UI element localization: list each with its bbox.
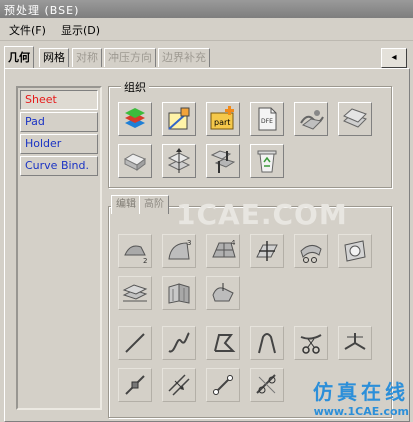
line-icon[interactable] [118,326,152,360]
surface-tool-icon[interactable] [294,102,328,136]
surface-patch-3-badge: 3 [187,239,191,247]
menu-file[interactable]: 文件(F) [6,22,49,38]
sidebar-item-holder[interactable]: Holder [20,134,98,154]
tab-symmetry[interactable]: 对称 [72,48,102,67]
title-bar: 预处理 (BSE) [0,0,413,18]
split-arrows-icon[interactable] [206,144,240,178]
curve-arch-icon[interactable] [250,326,284,360]
tab-edit[interactable]: 编辑 [111,195,141,214]
surface-patch-4-badge: 4 [231,239,236,247]
surface-patch-2-icon[interactable]: 2 [118,234,152,268]
organize-group-label: 组织 [121,79,149,95]
curve-cut-icon[interactable] [294,326,328,360]
curve-trim-icon[interactable] [206,368,240,402]
arrow-left-icon[interactable]: ◂ [381,48,407,68]
curve-point-icon[interactable] [118,368,152,402]
part-icon-text: part [214,118,230,127]
sidebar-item-curve-bind[interactable]: Curve Bind. [20,156,98,176]
surface-fold-icon[interactable] [162,276,196,310]
surface-layers-icon[interactable] [118,276,152,310]
tab-advanced[interactable]: 高阶 [139,195,169,214]
diagonal-square-icon[interactable] [162,102,196,136]
surface-extend-icon[interactable] [206,276,240,310]
surface-cut-icon[interactable] [294,234,328,268]
menu-display[interactable]: 显示(D) [58,22,103,38]
sidebar-item-sheet[interactable]: Sheet [20,90,98,110]
spline-icon[interactable] [162,326,196,360]
tab-geometry[interactable]: 几何 [4,46,34,68]
plane-stack-icon[interactable] [338,102,372,136]
tab-stamping-direction[interactable]: 冲压方向 [104,48,156,67]
surface-patch-4-icon[interactable]: 4 [206,234,240,268]
stack-arrows-icon[interactable] [162,144,196,178]
dfe-document-icon[interactable]: DFE [250,102,284,136]
surface-patch-2-badge: 2 [143,257,147,265]
part-add-icon[interactable]: part [206,102,240,136]
menu-bar: 文件(F) 显示(D) [0,18,413,41]
tab-mesh[interactable]: 网格 [39,48,69,67]
surface-hole-icon[interactable] [338,234,372,268]
main-tabs: 几何 网格 对称 冲压方向 边界补充 ◂ [0,44,413,68]
curve-offset-icon[interactable] [162,368,196,402]
polyline-icon[interactable] [206,326,240,360]
surface-patch-3-icon[interactable]: 3 [162,234,196,268]
curve-join-icon[interactable] [338,326,372,360]
curve-tangent-icon[interactable] [250,368,284,402]
object-list: Sheet Pad Holder Curve Bind. [16,86,102,410]
dfe-icon-text: DFE [261,118,273,125]
recycle-bin-icon[interactable] [250,144,284,178]
layers-color-icon[interactable] [118,102,152,136]
block-icon[interactable] [118,144,152,178]
surface-split-icon[interactable] [250,234,284,268]
sidebar-item-pad[interactable]: Pad [20,112,98,132]
window-title: 预处理 (BSE) [4,4,80,17]
tab-boundary-fill[interactable]: 边界补充 [158,48,210,67]
